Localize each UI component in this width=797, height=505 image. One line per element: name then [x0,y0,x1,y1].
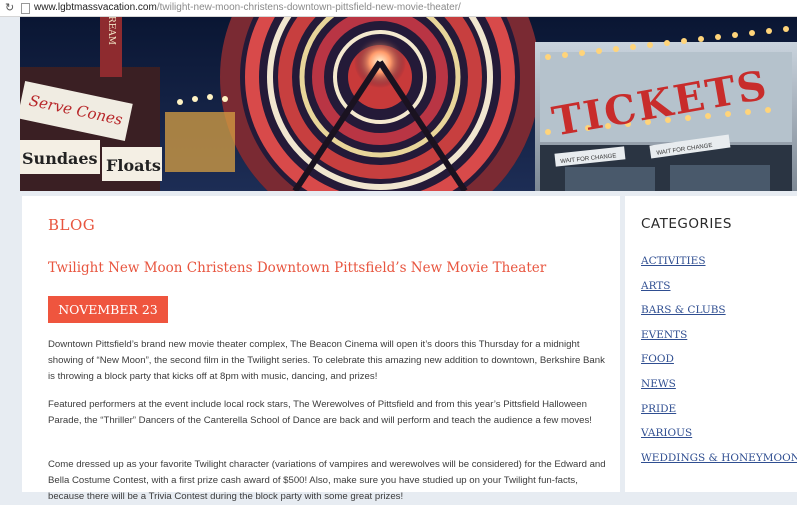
category-item: ACTIVITIES [641,251,797,276]
page-icon [21,3,30,14]
categories-sidebar: CATEGORIES ACTIVITIES ARTS BARS & CLUBS … [625,196,797,492]
category-item: NEWS [641,374,797,399]
ferris-wheel-graphic [220,17,540,191]
blog-main-column: BLOG Twilight New Moon Christens Downtow… [22,196,620,502]
header-banner-image: CREAM Serve Cones Sundaes Floats TICKETS… [20,17,797,191]
category-link-food[interactable]: FOOD [641,353,674,365]
category-link-bars-clubs[interactable]: BARS & CLUBS [641,304,726,316]
url-text[interactable]: www.lgbtmassvacation.com/twilight-new-mo… [34,0,461,16]
ticket-booth-graphic: TICKETS WAIT FOR CHANGE WAIT FOR CHANGE [535,26,797,191]
post-paragraph-1: Downtown Pittsfield’s brand new movie th… [48,339,605,382]
post-paragraph-2: Featured performers at the event include… [48,399,592,426]
categories-title: CATEGORIES [641,216,732,232]
url-domain: www.lgbtmassvacation.com [34,2,157,13]
reload-icon[interactable]: ↻ [5,0,15,16]
sign-floats: Floats [106,156,161,175]
browser-address-bar[interactable]: ↻ www.lgbtmassvacation.com/twilight-new-… [0,0,797,17]
category-link-weddings-honeymoons[interactable]: WEDDINGS & HONEYMOONS [641,452,797,464]
category-list: ACTIVITIES ARTS BARS & CLUBS EVENTS FOOD… [641,251,797,472]
category-item: EVENTS [641,325,797,350]
category-item: FOOD [641,349,797,374]
category-item: BARS & CLUBS [641,300,797,325]
category-link-activities[interactable]: ACTIVITIES [641,255,706,267]
category-item: ARTS [641,276,797,301]
category-item: WEDDINGS & HONEYMOONS [641,448,797,473]
sign-sundaes: Sundaes [22,149,98,168]
category-link-various[interactable]: VARIOUS [641,427,692,439]
category-link-news[interactable]: NEWS [641,378,676,390]
blog-section-title: BLOG [48,216,96,234]
url-path: /twilight-new-moon-christens-downtown-pi… [156,2,461,13]
category-link-arts[interactable]: ARTS [641,280,671,292]
post-paragraph-3: Come dressed up as your favorite Twiligh… [48,459,606,502]
category-item: VARIOUS [641,423,797,448]
category-link-pride[interactable]: PRIDE [641,403,676,415]
category-item: PRIDE [641,399,797,424]
post-date-badge: NOVEMBER 23 [48,296,168,323]
sign-cream: CREAM [106,17,116,45]
post-title-link[interactable]: Twilight New Moon Christens Downtown Pit… [48,260,608,276]
category-link-events[interactable]: EVENTS [641,329,687,341]
